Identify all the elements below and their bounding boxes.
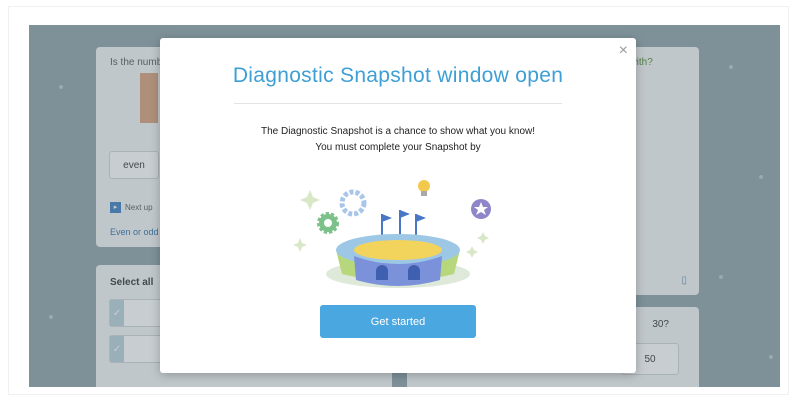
modal-title: Diagnostic Snapshot window open xyxy=(232,64,564,87)
title-divider xyxy=(234,103,562,104)
modal-message-line1: The Diagnostic Snapshot is a chance to s… xyxy=(260,126,536,137)
get-started-button[interactable]: Get started xyxy=(320,305,476,338)
close-icon[interactable]: × xyxy=(619,43,628,59)
diagnostic-snapshot-modal: × Diagnostic Snapshot window open The Di… xyxy=(160,38,636,373)
stadium-illustration xyxy=(293,180,491,288)
modal-message-line2: You must complete your Snapshot by xyxy=(315,142,481,153)
